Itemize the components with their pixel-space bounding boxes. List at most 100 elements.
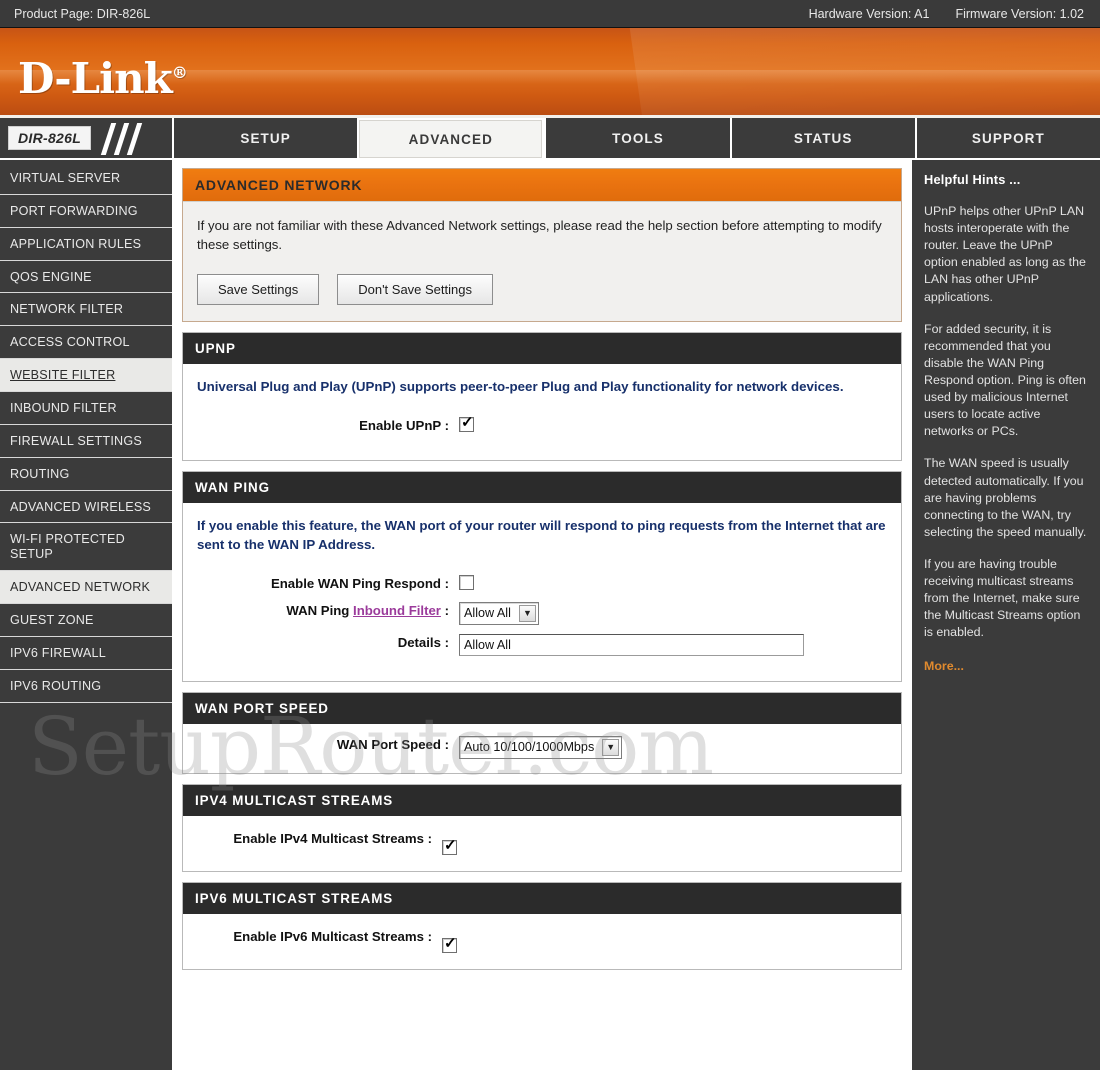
wan-ping-filter-label-prefix: WAN Ping [286,602,354,618]
version-info: Hardware Version: A1 Firmware Version: 1… [809,7,1084,21]
chevron-down-icon: ▼ [602,738,620,756]
ipv4-multicast-control [442,830,887,855]
hint-paragraph-4: If you are having trouble receiving mult… [924,556,1081,640]
sidebar-item-advanced-network[interactable]: ADVANCED NETWORK [0,571,172,605]
upnp-enable-checkbox[interactable] [459,415,474,433]
ipv4-multicast-body: Enable IPv4 Multicast Streams : [183,816,901,871]
ipv6-multicast-section: IPV6 MULTICAST STREAMS Enable IPv6 Multi… [182,881,902,970]
ipv6-multicast-checkbox[interactable] [442,936,457,953]
action-button-row: Save Settings Don't Save Settings [197,274,887,306]
wan-port-speed-field: WAN Port Speed : Auto 10/100/1000Mbps ▼ [197,735,887,759]
page-intro-panel: ADVANCED NETWORK If you are not familiar… [182,168,902,323]
wan-port-speed-select[interactable]: Auto 10/100/1000Mbps ▼ [459,735,623,759]
page-title: ADVANCED NETWORK [183,169,901,202]
wan-port-speed-control: Auto 10/100/1000Mbps ▼ [459,735,887,759]
sidebar-item-advanced-wireless[interactable]: ADVANCED WIRELESS [0,491,172,524]
nav-tab-status[interactable]: STATUS [729,118,915,158]
wan-port-speed-section: WAN PORT SPEED WAN Port Speed : Auto 10/… [182,691,902,774]
inbound-filter-select[interactable]: Allow All ▼ [459,601,539,625]
ipv4-multicast-heading: IPV4 MULTICAST STREAMS [183,784,901,816]
model-badge: DIR-826L [8,126,92,150]
registered-mark-icon: ® [171,63,188,82]
wan-ping-filter-field: WAN Ping Inbound Filter : Allow All ▼ [197,601,887,625]
product-page-label: Product Page: DIR-826L [14,6,151,21]
upnp-description: Universal Plug and Play (UPnP) supports … [197,379,844,395]
sidebar-item-network-filter[interactable]: NETWORK FILTER [0,293,172,327]
sidebar-item-firewall-settings[interactable]: FIREWALL SETTINGS [0,425,172,458]
sidebar-item-wi-fi-protected-setup[interactable]: WI-FI PROTECTED SETUP [0,523,172,572]
sidebar-item-inbound-filter[interactable]: INBOUND FILTER [0,392,172,425]
nav-tab-advanced[interactable]: ADVANCED [357,118,545,158]
ipv6-multicast-body: Enable IPv6 Multicast Streams : [183,914,901,969]
wan-ping-section: WAN PING If you enable this feature, the… [182,470,902,682]
upnp-enable-field: Enable UPnP : [197,415,887,435]
wan-ping-details-control [459,633,887,656]
wan-ping-filter-label-suffix: : [440,602,449,618]
hints-more-link[interactable]: More... [924,659,964,673]
sidebar-item-virtual-server[interactable]: VIRTUAL SERVER [0,162,172,195]
dont-save-settings-button[interactable]: Don't Save Settings [337,274,493,306]
nav-tab-setup[interactable]: SETUP [172,118,357,158]
slash-decoration-icon [100,123,166,155]
inbound-filter-link[interactable]: Inbound Filter [353,603,441,618]
sidebar-item-port-forwarding[interactable]: PORT FORWARDING [0,195,172,228]
wan-ping-enable-control [459,574,887,590]
sidebar-menu: VIRTUAL SERVER PORT FORWARDING APPLICATION… [0,160,172,1070]
sidebar-item-access-control[interactable]: ACCESS CONTROL [0,326,172,360]
main-navigation: DIR-826L SETUP ADVANCED TOOLS STATUS SUPPORT [0,118,1100,160]
wan-ping-enable-checkbox[interactable] [459,574,474,590]
page-intro-body: If you are not familiar with these Advan… [183,202,901,321]
dlink-logo: D-Link® [18,54,188,103]
upnp-body: Universal Plug and Play (UPnP) supports … [183,364,901,460]
upnp-section: UPNP Universal Plug and Play (UPnP) supp… [182,332,902,461]
wan-ping-body: If you enable this feature, the WAN port… [183,503,901,681]
save-settings-button[interactable]: Save Settings [197,274,320,306]
chevron-down-icon: ▼ [518,604,536,622]
wan-ping-enable-label: Enable WAN Ping Respond : [270,575,449,591]
wan-port-speed-label: WAN Port Speed : [336,736,449,752]
firmware-version-label: Firmware Version: 1.02 [955,6,1084,21]
sidebar-item-ipv6-firewall[interactable]: IPV6 FIREWALL [0,637,172,670]
wan-ping-description: If you enable this feature, the WAN port… [197,517,886,552]
content-columns: VIRTUAL SERVER PORT FORWARDING APPLICATION… [0,160,1100,1070]
sidebar-item-ipv6-routing[interactable]: IPV6 ROUTING [0,670,172,703]
model-cell: DIR-826L [0,118,172,158]
ipv6-multicast-control [442,928,887,953]
hardware-version-label: Hardware Version: A1 [808,6,930,21]
helpful-hints-panel: Helpful Hints ... UPnP helps other UPnP … [912,160,1100,1070]
wan-port-speed-heading: WAN PORT SPEED [183,692,901,724]
wan-port-speed-body: WAN Port Speed : Auto 10/100/1000Mbps ▼ [183,724,901,773]
inbound-filter-selected-value: Allow All [464,606,511,621]
ipv4-multicast-checkbox[interactable] [442,838,457,855]
hint-paragraph-2: For added security, it is recommended th… [924,321,1086,439]
wan-port-speed-selected-value: Auto 10/100/1000Mbps [464,740,595,755]
ipv6-multicast-label: Enable IPv6 Multicast Streams : [233,928,432,944]
nav-tab-tools[interactable]: TOOLS [544,118,729,158]
brand-banner: D-Link® [0,28,1100,118]
sidebar-item-qos-engine[interactable]: QOS ENGINE [0,261,172,294]
upnp-enable-label: Enable UPnP : [359,418,449,434]
hint-paragraph-1: UPnP helps other UPnP LAN hosts interope… [924,204,1086,304]
ipv6-multicast-heading: IPV6 MULTICAST STREAMS [183,882,901,914]
wan-ping-enable-field: Enable WAN Ping Respond : [197,574,887,593]
helpful-hints-title: Helpful Hints ... [924,172,1021,187]
sidebar-item-routing[interactable]: ROUTING [0,458,172,491]
sidebar-item-application-rules[interactable]: APPLICATION RULES [0,228,172,261]
sidebar-item-guest-zone[interactable]: GUEST ZONE [0,604,172,637]
wan-ping-details-input[interactable] [459,633,804,656]
wan-ping-filter-control: Allow All ▼ [459,601,887,625]
page-intro-text: If you are not familiar with these Advan… [197,218,882,253]
wan-ping-heading: WAN PING [183,471,901,503]
upnp-enable-control [459,415,887,433]
wan-ping-details-label: Details : [397,634,449,650]
sidebar-item-website-filter[interactable]: WEBSITE FILTER [0,359,172,393]
hint-paragraph-3: The WAN speed is usually detected automa… [924,456,1087,539]
upnp-heading: UPNP [183,333,901,365]
nav-tab-support[interactable]: SUPPORT [914,118,1100,158]
ipv4-multicast-section: IPV4 MULTICAST STREAMS Enable IPv4 Multi… [182,783,902,872]
wan-ping-details-field: Details : [197,633,887,656]
product-info-bar: Product Page: DIR-826L Hardware Version:… [0,0,1100,28]
ipv4-multicast-field: Enable IPv4 Multicast Streams : [197,830,887,855]
ipv4-multicast-label: Enable IPv4 Multicast Streams : [233,830,432,846]
router-admin-page: Product Page: DIR-826L Hardware Version:… [0,0,1100,1072]
